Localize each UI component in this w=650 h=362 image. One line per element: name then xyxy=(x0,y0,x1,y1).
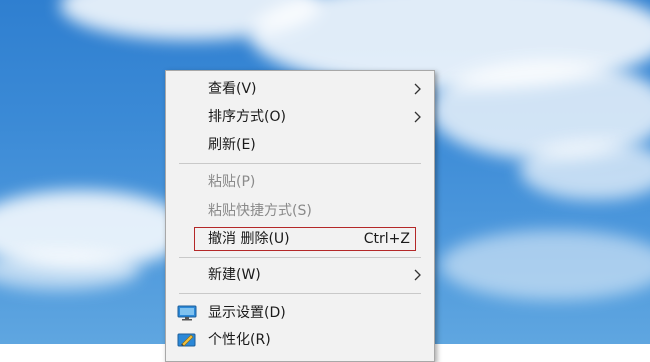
menu-item-label: 粘贴(P) xyxy=(208,174,256,190)
chevron-right-icon xyxy=(414,269,421,281)
desktop-context-menu: 查看(V) 排序方式(O) 刷新(E) 粘贴(P) 粘贴快捷方式(S) 撤消 删… xyxy=(165,70,435,362)
menu-separator xyxy=(179,163,421,164)
menu-item-label: 新建(W) xyxy=(208,267,261,283)
menu-separator xyxy=(179,257,421,258)
chevron-right-icon xyxy=(414,111,421,123)
menu-item-display-settings[interactable]: 显示设置(D) xyxy=(166,300,434,326)
menu-item-paste[interactable]: 粘贴(P) xyxy=(166,169,434,195)
cloud xyxy=(440,230,650,300)
personalize-icon xyxy=(177,333,196,347)
menu-item-personalize[interactable]: 个性化(R) xyxy=(166,327,434,353)
cloud xyxy=(0,250,140,290)
menu-item-shortcut: Ctrl+Z xyxy=(363,231,410,247)
menu-separator xyxy=(179,293,421,294)
menu-item-label: 刷新(E) xyxy=(208,137,256,153)
chevron-right-icon xyxy=(414,83,421,95)
display-settings-icon xyxy=(177,305,197,321)
menu-item-sort-by[interactable]: 排序方式(O) xyxy=(166,104,434,130)
menu-item-label: 撤消 删除(U) xyxy=(208,231,290,247)
menu-item-label: 粘贴快捷方式(S) xyxy=(208,203,312,219)
menu-item-refresh[interactable]: 刷新(E) xyxy=(166,132,434,158)
cloud xyxy=(520,140,650,200)
menu-item-view[interactable]: 查看(V) xyxy=(166,76,434,102)
menu-item-paste-shortcut[interactable]: 粘贴快捷方式(S) xyxy=(166,198,434,224)
menu-item-label: 个性化(R) xyxy=(208,332,271,348)
menu-item-new[interactable]: 新建(W) xyxy=(166,262,434,288)
menu-item-label: 排序方式(O) xyxy=(208,109,286,125)
menu-item-label: 显示设置(D) xyxy=(208,305,286,321)
menu-item-label: 查看(V) xyxy=(208,81,257,97)
menu-item-undo-delete[interactable]: 撤消 删除(U) Ctrl+Z xyxy=(166,226,434,252)
